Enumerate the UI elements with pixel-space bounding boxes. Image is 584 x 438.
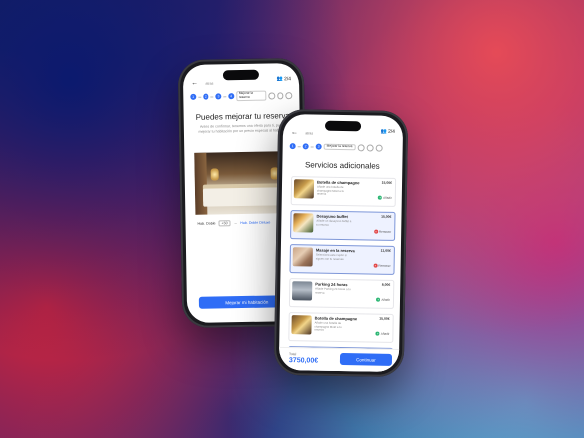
remove-button[interactable]: ×Remover <box>373 263 391 268</box>
current-step-label: Mejorar la reserva <box>235 90 267 101</box>
step-3[interactable]: 3 <box>315 143 322 150</box>
item-description: Añade un desayuno buffet a tu reserva <box>316 218 352 227</box>
step-1[interactable]: 1 <box>289 143 296 150</box>
step-4 <box>357 143 365 151</box>
list-item[interactable]: Desayuno buffet Añade un desayuno buffet… <box>290 210 396 241</box>
extras-list: Botella de champagne Añade una botella d… <box>287 176 397 373</box>
back-button[interactable]: ← atras <box>291 121 314 139</box>
item-body: Masaje en la reserva Selecciona este cup… <box>316 248 392 268</box>
users-icon: 👥 <box>276 76 284 83</box>
to-room: Hab. Doble Deluxe <box>240 220 271 226</box>
item-description: Añade una botella de champagne Moët a tu… <box>314 320 342 332</box>
step-7 <box>285 91 293 99</box>
list-item[interactable]: Masaje en la reserva Selecciona este cup… <box>289 244 395 275</box>
step-connector <box>210 96 214 97</box>
item-body: Desayuno buffet Añade un desayuno buffet… <box>316 214 392 234</box>
total-value: 3750,00€ <box>288 357 319 365</box>
back-label: atras <box>305 131 314 136</box>
current-step-label: Mejorar la reserva <box>323 143 356 151</box>
users-icon: 👥 <box>380 128 388 135</box>
action-label: Añadir <box>380 331 390 336</box>
arrow-left-icon: ← <box>290 129 298 137</box>
continue-button[interactable]: Continuar <box>339 353 393 366</box>
dynamic-island <box>222 69 260 81</box>
action-label: Añadir <box>381 297 391 302</box>
item-price: 11,00€ <box>380 248 391 253</box>
item-price: 15,00€ <box>379 316 390 321</box>
step-connector <box>297 145 301 147</box>
close-icon: × <box>373 229 379 234</box>
add-button[interactable]: + Añadir <box>375 331 390 336</box>
list-item[interactable]: Botella de champagne Añade una botella d… <box>288 312 394 343</box>
item-price: 8,00€ <box>381 282 391 287</box>
lamp-left <box>210 168 219 181</box>
list-item[interactable]: Botella de champagne Añade una botella d… <box>290 176 397 207</box>
step-6 <box>375 144 383 152</box>
action-label: Remover <box>378 229 392 234</box>
step-6 <box>276 91 284 99</box>
step-1[interactable]: 1 <box>190 93 197 100</box>
total-label: Total <box>289 352 297 357</box>
add-button[interactable]: + Añadir <box>378 195 392 200</box>
step-connector <box>223 95 227 97</box>
step-4[interactable]: 4 <box>228 93 234 100</box>
item-body: Botella de champagne Añade una botella d… <box>317 180 393 200</box>
phone-extras-screen: ← atras 👥 2/4 1 2 3 Mejorar la reserva S… <box>273 108 409 378</box>
plus-icon: + <box>378 195 383 200</box>
arrow-right-icon: → <box>233 221 238 226</box>
dynamic-island <box>324 120 362 132</box>
action-label: Remover <box>378 263 391 268</box>
checkout-bar: Total 3750,00€ Continuar <box>278 346 400 373</box>
item-description: Añade una botella de champagne Moët a tu… <box>316 184 345 196</box>
item-description: Selecciona este cupón si sigues con tu r… <box>315 252 347 261</box>
item-description: Añade Parking 24 horas a tu reserva <box>315 286 351 295</box>
champagne-photo <box>291 315 312 335</box>
guests-value: 2/4 <box>284 76 292 83</box>
remove-button[interactable]: ×Remover <box>373 229 392 234</box>
step-2[interactable]: 2 <box>202 93 209 100</box>
close-icon: × <box>373 263 378 268</box>
step-connector <box>310 146 314 147</box>
item-body: Botella de champagne Añade una botella d… <box>314 316 390 336</box>
step-connector <box>197 96 201 98</box>
stepper: 1 2 3 Mejorar la reserva <box>289 141 396 153</box>
from-room: Hab. Doble <box>197 221 216 226</box>
item-price: 15,00€ <box>381 214 392 219</box>
plus-icon: + <box>375 331 380 336</box>
champagne-photo <box>293 179 315 199</box>
item-body: Parking 24 horas Añade Parking 24 horas … <box>315 282 391 302</box>
extras-screen: ← atras 👥 2/4 1 2 3 Mejorar la reserva S… <box>278 113 404 373</box>
step-5 <box>366 143 374 152</box>
back-button[interactable]: ← atras <box>191 72 214 90</box>
item-price: 15,00€ <box>381 180 393 185</box>
page-title: Servicios adicionales <box>304 160 380 171</box>
step-3[interactable]: 3 <box>215 93 222 100</box>
stepper: 1 2 3 4 Mejorar la reserva <box>190 90 293 102</box>
arrow-left-icon: ← <box>191 79 199 87</box>
price-chip: +50 <box>218 220 231 227</box>
step-5 <box>268 91 275 100</box>
massage-photo <box>292 247 313 267</box>
breakfast-photo <box>293 213 314 233</box>
action-label: Añadir <box>383 195 392 200</box>
step-2[interactable]: 2 <box>302 143 309 150</box>
list-item[interactable]: Parking 24 horas Añade Parking 24 horas … <box>288 278 395 309</box>
plus-icon: + <box>376 297 381 302</box>
guests-count[interactable]: 👥 2/4 <box>381 129 395 135</box>
parking-photo <box>291 281 313 301</box>
add-button[interactable]: + Añadir <box>376 297 391 302</box>
back-label: atras <box>205 81 214 86</box>
guests-value: 2/4 <box>387 128 395 135</box>
guests-count[interactable]: 👥 2/4 <box>277 76 291 82</box>
